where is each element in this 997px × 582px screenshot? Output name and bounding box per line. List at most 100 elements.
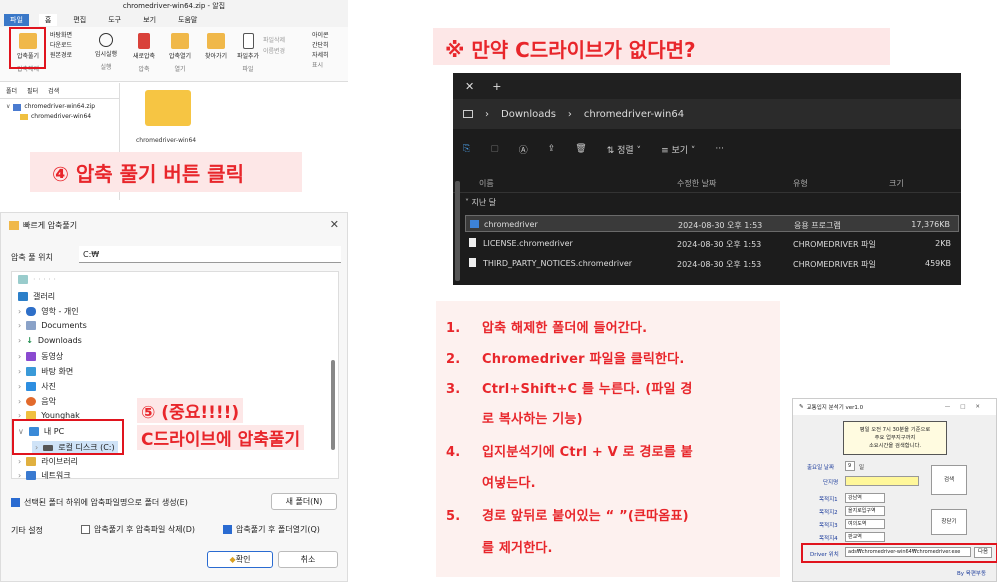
dest4-input[interactable]: 판교역 (845, 532, 885, 542)
window-controls[interactable]: —□✕ (945, 404, 990, 410)
complex-label: 단지명 (823, 480, 839, 486)
rename-button[interactable]: 이름변경 (263, 46, 285, 57)
dest1-input[interactable]: 강남역 (845, 493, 885, 503)
analyzer-titlebar: ✎ 교통입지 분석기 ver1.0 —□✕ (793, 399, 996, 415)
path-downloads[interactable]: Downloads (501, 109, 556, 120)
brief-view[interactable]: 간단히 (312, 41, 329, 51)
share-icon[interactable]: ⇪ (548, 144, 556, 154)
tree-item-folder[interactable]: chromedriver-win64 (6, 112, 113, 122)
no-c-drive-heading: ※ 만약 C드라이브가 없다면? (445, 38, 696, 62)
tree-item-documents[interactable]: › Documents (18, 321, 87, 330)
local-disk-highlight (12, 419, 124, 455)
copy-path-icon[interactable]: ⎘ (463, 144, 470, 154)
dialog-title: 빠르게 압축풀기 (23, 220, 78, 230)
col-size[interactable]: 크기 (889, 178, 904, 189)
notice-box: 평일 오전 7시 30분을 기준으로 주요 업무지구까지 소요시간을 검색합니다… (843, 421, 947, 455)
file-row[interactable]: chromedriver 2024-08-30 오후 1:53 응용 프로그램 … (465, 215, 959, 232)
view-options: 아이콘 간단히 자세히 표시 (312, 31, 329, 69)
tree-item-onedrive[interactable]: › 영학 - 개인 (18, 306, 79, 317)
tab-edit[interactable]: 편집 (67, 14, 92, 26)
pane-tab-filter[interactable]: 필터 (27, 86, 38, 95)
date-label: 출요일 날짜 (807, 465, 835, 471)
tree-item-network[interactable]: › 네트워크 (18, 470, 71, 481)
more-icon[interactable]: ··· (715, 144, 724, 154)
tree-item-music[interactable]: › 음악 (18, 396, 56, 407)
close-button[interactable]: 창닫기 (931, 509, 967, 535)
close-tab-icon[interactable]: ✕ (465, 80, 474, 93)
location-field[interactable]: C:₩ (79, 246, 341, 263)
tree-item-libraries[interactable]: › 라이브러리 (18, 456, 78, 467)
tree-item-zip[interactable]: ∨ chromedriver-win64.zip (6, 102, 113, 112)
file-row[interactable]: THIRD_PARTY_NOTICES.chromedriver 2024-08… (465, 255, 959, 272)
quick-extract-dialog: 빠르게 압축풀기 ✕ 압축 풀 위치 C:₩ · · · · · 갤러리 › 영학… (0, 212, 348, 582)
tree-item-desktop[interactable]: › 바탕 화면 (18, 366, 73, 377)
tree-item-pictures[interactable]: › 사진 (18, 381, 56, 392)
no-c-drive-banner: ※ 만약 C드라이브가 없다면? (433, 28, 890, 65)
instruction-line: 여넣는다. (482, 476, 536, 491)
dest1-label: 목적지1 (819, 497, 838, 503)
dest3-label: 목적지3 (819, 523, 838, 529)
explorer-scrollbar[interactable] (455, 181, 460, 281)
dest2-input[interactable]: 을지로입구역 (845, 506, 885, 516)
col-name[interactable]: 이름 (479, 178, 494, 189)
checkbox-checked[interactable] (11, 498, 20, 507)
tree-item-gallery[interactable]: 갤러리 (18, 291, 55, 302)
new-zip-button[interactable]: 새로압축 압축 (126, 33, 162, 73)
ribbon-tabs: 파일 홈 편집 도구 보기 도움말 (0, 13, 348, 27)
checkbox-checked[interactable] (223, 525, 232, 534)
driver-path-input[interactable]: ads₩chromedriver-win64₩chromedriver.exe (845, 547, 971, 557)
tree-item-videos[interactable]: › 동영상 (18, 351, 63, 362)
detail-view[interactable]: 자세히 (312, 51, 329, 61)
new-folder-button[interactable]: 새 폴더(N) (271, 493, 337, 510)
monitor-icon (463, 110, 473, 118)
add-file-button[interactable]: 파일추가 파일 (230, 33, 266, 73)
tab-tools[interactable]: 도구 (102, 14, 127, 26)
pane-tab-search[interactable]: 검색 (48, 86, 59, 95)
date-input[interactable]: 9 (845, 461, 855, 471)
address-bar[interactable]: › Downloads › chromedriver-win64 (453, 99, 961, 129)
explorer-toolbar: ⎘ ▢ Ⓐ ⇪ 🗑 ⇅ 정렬 ˅ ≡ 보기 ˅ ··· (453, 129, 961, 169)
original-path-button[interactable]: 원본경로 (50, 51, 72, 61)
pane-tab-folder[interactable]: 폴더 (6, 86, 17, 95)
rename-icon[interactable]: Ⓐ (519, 143, 528, 156)
new-tab-icon[interactable]: + (492, 80, 501, 93)
view-button[interactable]: ≡ 보기 ˅ (661, 143, 695, 156)
instruction-line: 5. 경로 앞뒤로 붙어있는 “ ”(큰따옴표) (446, 509, 689, 524)
sort-button[interactable]: ⇅ 정렬 ˅ (607, 143, 641, 156)
tab-help[interactable]: 도움말 (172, 14, 203, 26)
next-button[interactable]: 다음 (974, 547, 992, 558)
open-after-option[interactable]: 압축풀기 후 폴더열기(Q) (223, 524, 320, 535)
find-button[interactable]: 찾아가기 (198, 33, 234, 60)
tab-file[interactable]: 파일 (4, 14, 29, 26)
dest3-input[interactable]: 여의도역 (845, 519, 885, 529)
cancel-button[interactable]: 취소 (278, 551, 338, 568)
col-date[interactable]: 수정한 날짜 (677, 178, 716, 189)
create-folder-option[interactable]: 선택된 폴더 하위에 압축파일명으로 폴더 생성(E) (11, 497, 188, 508)
location-label: 압축 풀 위치 (11, 253, 53, 262)
close-icon[interactable]: ✕ (330, 218, 339, 231)
download-button[interactable]: 다운로드 (50, 41, 72, 51)
folder-large-icon[interactable] (145, 90, 191, 126)
col-type[interactable]: 유형 (793, 178, 808, 189)
tree-item-downloads[interactable]: › ↓ Downloads (18, 336, 82, 345)
paste-icon[interactable]: ▢ (490, 144, 499, 154)
tab-home[interactable]: 홈 (38, 14, 58, 26)
folder-name: chromedriver-win64 (136, 137, 197, 144)
tab-view[interactable]: 보기 (137, 14, 162, 26)
icons-view[interactable]: 아이콘 (312, 31, 329, 41)
wallpaper-button[interactable]: 바탕화면 (50, 31, 72, 41)
open-zip-button[interactable]: 압축열기 열기 (162, 33, 198, 73)
instruction-line: 를 제거한다. (482, 541, 553, 556)
delete-file-button[interactable]: 파일삭제 (263, 35, 285, 46)
dest2-label: 목적지2 (819, 510, 838, 516)
checkbox-unchecked[interactable] (81, 525, 90, 534)
file-row[interactable]: LICENSE.chromedriver 2024-08-30 오후 1:53 … (465, 235, 959, 252)
complex-input[interactable] (845, 476, 919, 486)
delete-after-option[interactable]: 압축풀기 후 압축파일 삭제(D) (81, 524, 195, 535)
ok-button[interactable]: ◆확인 (207, 551, 273, 568)
group-header[interactable]: ˅ 지난 달 (465, 197, 496, 208)
path-folder[interactable]: chromedriver-win64 (584, 109, 684, 120)
delete-icon[interactable]: 🗑 (575, 144, 586, 154)
search-button[interactable]: 검색 (931, 465, 967, 495)
temp-run-button[interactable]: 임시실행 실행 (88, 33, 124, 71)
